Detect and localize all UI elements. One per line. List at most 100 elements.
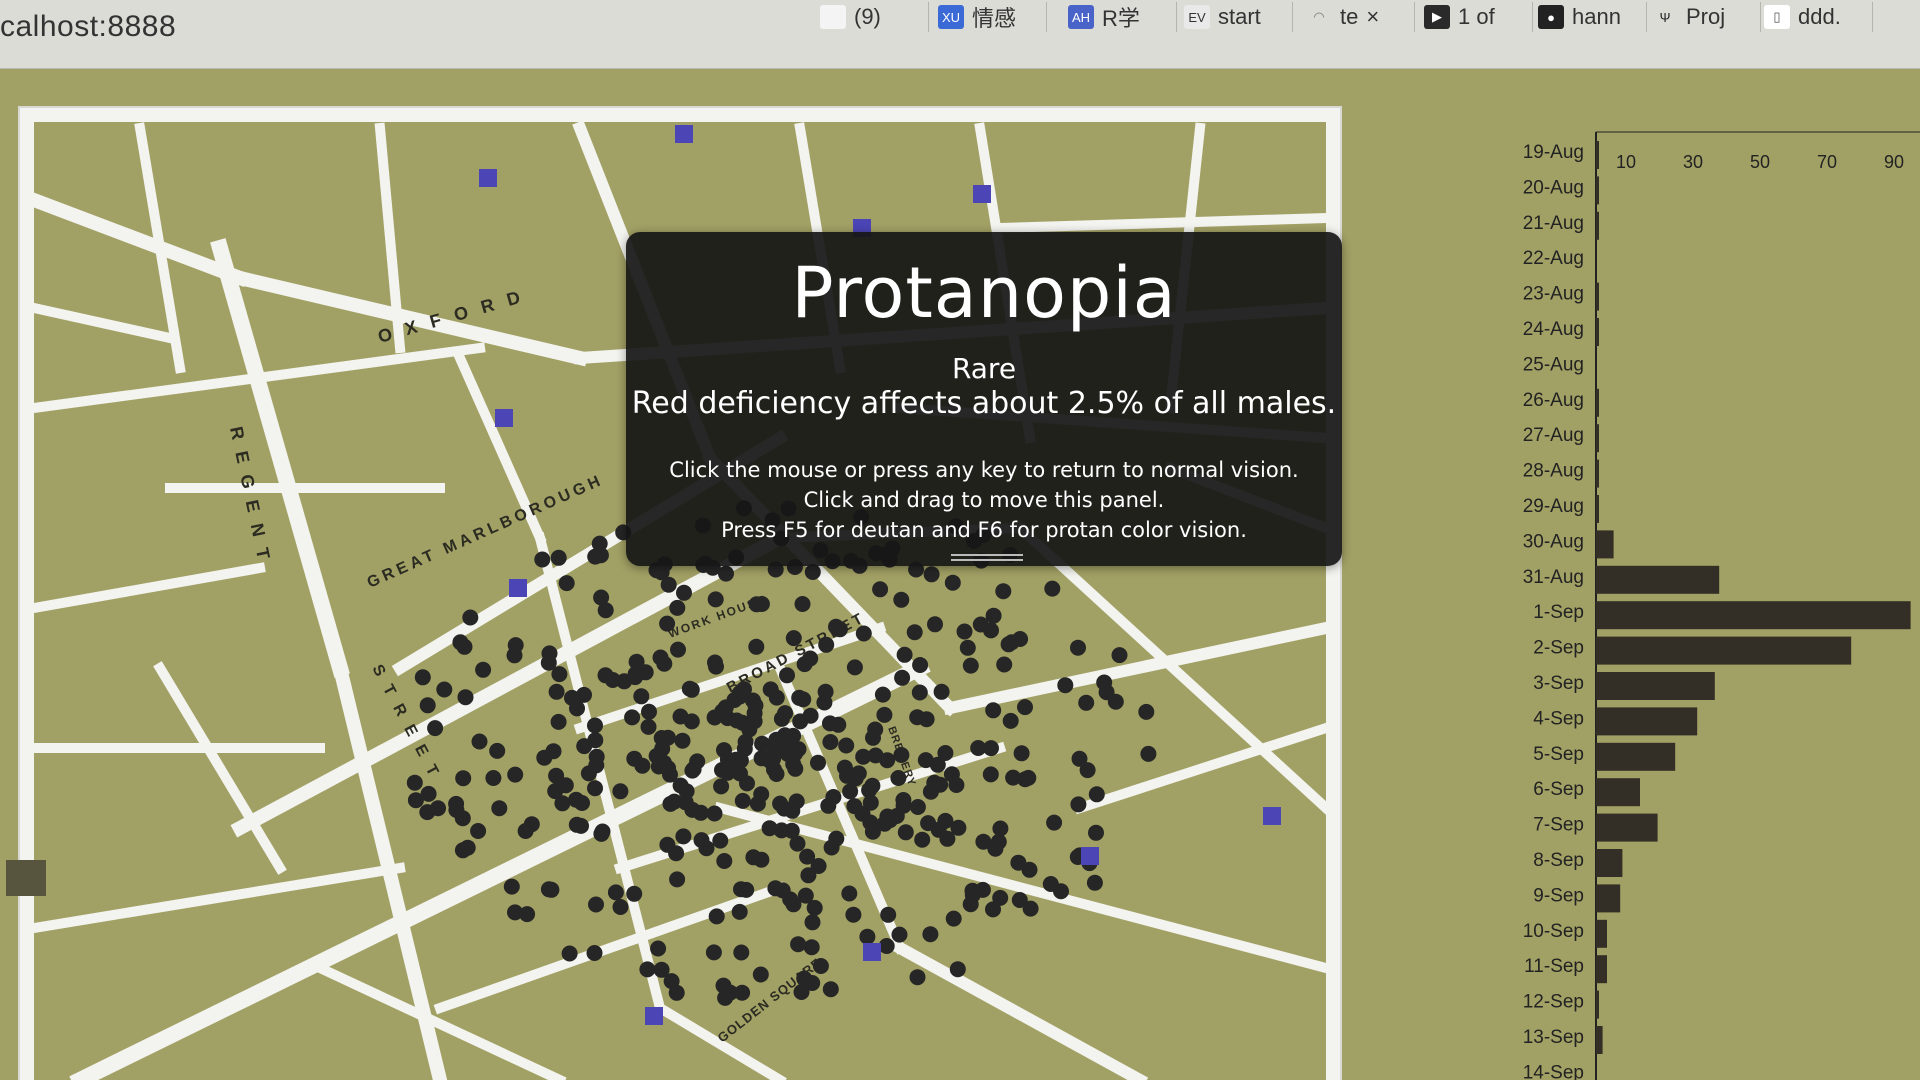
browser-tab[interactable]: ● hann [1538, 0, 1621, 34]
death-marker [1046, 814, 1063, 831]
bar [1596, 707, 1698, 736]
browser-tab[interactable]: ◠ te × [1306, 0, 1379, 34]
death-marker [874, 686, 891, 703]
death-marker [587, 548, 604, 565]
bar [1596, 318, 1599, 346]
death-marker [1070, 796, 1087, 813]
browser-tab[interactable]: Ψ Proj [1652, 0, 1726, 34]
category-label: 2-Sep [1533, 638, 1584, 659]
death-marker [943, 766, 960, 783]
bar [1596, 955, 1607, 984]
death-marker [785, 630, 802, 647]
death-marker [707, 591, 724, 608]
category-label: 25-Aug [1523, 354, 1584, 375]
death-marker [594, 823, 611, 840]
death-marker [669, 599, 686, 616]
death-marker [543, 881, 560, 898]
bar [1596, 742, 1676, 771]
death-marker [911, 684, 928, 701]
death-marker [681, 680, 698, 697]
bar [1596, 601, 1911, 630]
death-marker [550, 713, 567, 730]
page-icon [820, 5, 846, 29]
death-marker [896, 646, 913, 663]
death-marker [754, 735, 771, 752]
browser-tab[interactable]: XU 情感 [938, 0, 1016, 34]
death-marker [1070, 639, 1086, 656]
tab-separator [1646, 2, 1647, 32]
death-marker [762, 681, 779, 698]
death-marker [420, 785, 437, 802]
category-label: 28-Aug [1523, 461, 1584, 482]
death-marker [990, 833, 1007, 850]
death-marker [790, 936, 807, 953]
death-marker [820, 797, 837, 814]
death-marker [1086, 874, 1103, 891]
death-marker [624, 709, 641, 726]
x-tick-label: 90 [1884, 152, 1904, 172]
bar [1596, 990, 1599, 1019]
death-marker [652, 649, 669, 666]
death-marker [713, 778, 730, 795]
death-marker [872, 581, 889, 598]
death-marker [995, 583, 1012, 600]
death-marker [876, 706, 893, 723]
death-marker [964, 882, 981, 899]
death-marker [670, 641, 686, 658]
death-marker [436, 681, 453, 698]
death-marker [812, 958, 829, 974]
water-pump-icon [863, 943, 881, 961]
tab-separator [1292, 2, 1293, 32]
death-marker [593, 589, 610, 606]
category-label: 13-Sep [1523, 1027, 1584, 1048]
address-bar-url[interactable]: calhost:8888 [0, 10, 176, 44]
tab-separator [1046, 2, 1047, 32]
death-marker [878, 938, 895, 954]
death-marker [641, 703, 657, 720]
death-marker [676, 584, 692, 601]
browser-tab[interactable]: ▶ 1 of [1424, 0, 1495, 34]
panel-drag-handle[interactable] [951, 554, 1023, 562]
browser-tab[interactable]: (9) [820, 0, 881, 34]
death-marker [714, 703, 731, 720]
death-marker [733, 944, 750, 961]
browser-tab[interactable]: AH R学 [1068, 0, 1140, 34]
category-label: 14-Sep [1523, 1062, 1584, 1080]
death-marker [471, 733, 488, 750]
death-marker [897, 824, 914, 841]
death-marker [717, 989, 734, 1006]
death-marker [612, 783, 629, 800]
category-label: 4-Sep [1533, 708, 1584, 729]
tab-separator [1872, 2, 1873, 32]
browser-tab[interactable]: EV start [1184, 0, 1261, 34]
death-marker [639, 961, 656, 978]
death-marker [1088, 786, 1105, 803]
left-edge-swatch [6, 860, 46, 896]
bar [1596, 919, 1607, 948]
death-marker [792, 713, 809, 730]
death-marker [414, 669, 431, 686]
death-marker [519, 906, 536, 923]
death-marker [879, 752, 896, 769]
bar [1596, 176, 1599, 205]
death-marker [779, 667, 795, 684]
category-label: 31-Aug [1523, 567, 1584, 588]
death-marker [507, 766, 524, 783]
death-marker [972, 616, 989, 633]
tab-separator [1532, 2, 1533, 32]
death-marker [705, 944, 722, 961]
close-tab-icon[interactable]: × [1366, 4, 1379, 30]
death-marker [895, 797, 912, 814]
browser-tab[interactable]: ▯ ddd. [1764, 0, 1841, 34]
category-label: 19-Aug [1523, 142, 1584, 163]
color-vision-panel[interactable]: Protanopia Rare Red deficiency affects a… [626, 232, 1342, 566]
death-marker [777, 705, 794, 722]
death-marker [1088, 824, 1104, 841]
death-marker [893, 591, 910, 608]
bar [1596, 495, 1599, 523]
death-marker [626, 885, 643, 902]
panel-title: Protanopia [791, 252, 1177, 334]
death-marker [739, 775, 755, 792]
panel-help-line: Press F5 for deutan and F6 for protan co… [721, 518, 1247, 542]
x-tick-label: 10 [1616, 152, 1636, 172]
